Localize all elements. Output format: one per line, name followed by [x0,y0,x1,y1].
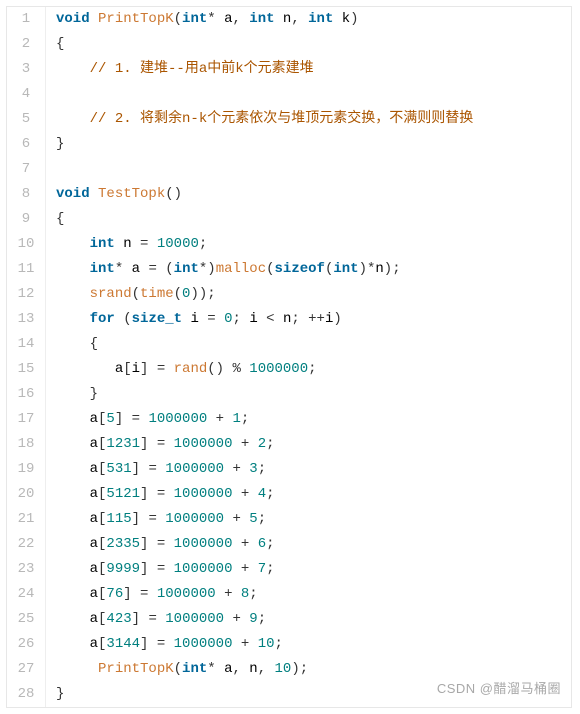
code-content: } [46,132,64,157]
code-line: 9 { [7,207,571,232]
code-content: srand(time(0)); [46,282,216,307]
line-number: 7 [7,157,46,182]
code-line: 20 a[5121] = 1000000 + 4; [7,482,571,507]
code-content: a[i] = rand() % 1000000; [46,357,317,382]
code-content: { [46,207,64,232]
code-line: 17 a[5] = 1000000 + 1; [7,407,571,432]
code-line: 12 srand(time(0)); [7,282,571,307]
code-line: 2 { [7,32,571,57]
code-content: int n = 10000; [46,232,207,257]
code-line: 8 void TestTopk() [7,182,571,207]
code-content: } [46,682,64,707]
line-number: 8 [7,182,46,207]
line-number: 22 [7,532,46,557]
line-number: 4 [7,82,46,107]
code-content: a[2335] = 1000000 + 6; [46,532,275,557]
code-line: 18 a[1231] = 1000000 + 2; [7,432,571,457]
code-line: 26 a[3144] = 1000000 + 10; [7,632,571,657]
code-line: 6 } [7,132,571,157]
code-content: a[9999] = 1000000 + 7; [46,557,275,582]
code-content: a[1231] = 1000000 + 2; [46,432,275,457]
code-content [46,157,64,182]
code-content: // 1. 建堆--用a中前k个元素建堆 [46,57,314,82]
line-number: 17 [7,407,46,432]
code-line: 21 a[115] = 1000000 + 5; [7,507,571,532]
code-line: 23 a[9999] = 1000000 + 7; [7,557,571,582]
code-content: a[115] = 1000000 + 5; [46,507,266,532]
code-line: 22 a[2335] = 1000000 + 6; [7,532,571,557]
line-number: 28 [7,682,46,707]
code-content: for (size_t i = 0; i < n; ++i) [46,307,342,332]
line-number: 1 [7,7,46,32]
line-number: 10 [7,232,46,257]
code-block: 1 void PrintTopK(int* a, int n, int k) 2… [6,6,572,708]
code-content: PrintTopK(int* a, n, 10); [46,657,308,682]
code-line: 24 a[76] = 1000000 + 8; [7,582,571,607]
line-number: 9 [7,207,46,232]
code-line: 28 } [7,682,571,707]
code-content: a[5121] = 1000000 + 4; [46,482,275,507]
line-number: 19 [7,457,46,482]
code-line: 27 PrintTopK(int* a, n, 10); [7,657,571,682]
code-line: 10 int n = 10000; [7,232,571,257]
code-content: void PrintTopK(int* a, int n, int k) [46,7,359,32]
code-line: 13 for (size_t i = 0; i < n; ++i) [7,307,571,332]
code-content: { [46,332,98,357]
code-content: a[3144] = 1000000 + 10; [46,632,283,657]
line-number: 24 [7,582,46,607]
line-number: 18 [7,432,46,457]
code-line: 16 } [7,382,571,407]
line-number: 21 [7,507,46,532]
line-number: 11 [7,257,46,282]
line-number: 6 [7,132,46,157]
line-number: 12 [7,282,46,307]
line-number: 27 [7,657,46,682]
code-line: 7 [7,157,571,182]
code-content: // 2. 将剩余n-k个元素依次与堆顶元素交换，不满则则替换 [46,107,473,132]
line-number: 23 [7,557,46,582]
code-content: a[5] = 1000000 + 1; [46,407,249,432]
code-line: 5 // 2. 将剩余n-k个元素依次与堆顶元素交换，不满则则替换 [7,107,571,132]
code-content: void TestTopk() [46,182,182,207]
line-number: 26 [7,632,46,657]
code-content: a[423] = 1000000 + 9; [46,607,266,632]
code-line: 14 { [7,332,571,357]
code-content: int* a = (int*)malloc(sizeof(int)*n); [46,257,401,282]
line-number: 5 [7,107,46,132]
code-line: 19 a[531] = 1000000 + 3; [7,457,571,482]
line-number: 25 [7,607,46,632]
code-line: 4 [7,82,571,107]
code-content [46,82,64,107]
code-line: 3 // 1. 建堆--用a中前k个元素建堆 [7,57,571,82]
line-number: 14 [7,332,46,357]
code-line: 15 a[i] = rand() % 1000000; [7,357,571,382]
line-number: 13 [7,307,46,332]
code-content: } [46,382,98,407]
code-content: a[76] = 1000000 + 8; [46,582,258,607]
line-number: 20 [7,482,46,507]
code-content: a[531] = 1000000 + 3; [46,457,266,482]
code-content: { [46,32,64,57]
line-number: 15 [7,357,46,382]
line-number: 16 [7,382,46,407]
line-number: 3 [7,57,46,82]
code-line: 1 void PrintTopK(int* a, int n, int k) [7,7,571,32]
line-number: 2 [7,32,46,57]
code-line: 11 int* a = (int*)malloc(sizeof(int)*n); [7,257,571,282]
code-line: 25 a[423] = 1000000 + 9; [7,607,571,632]
